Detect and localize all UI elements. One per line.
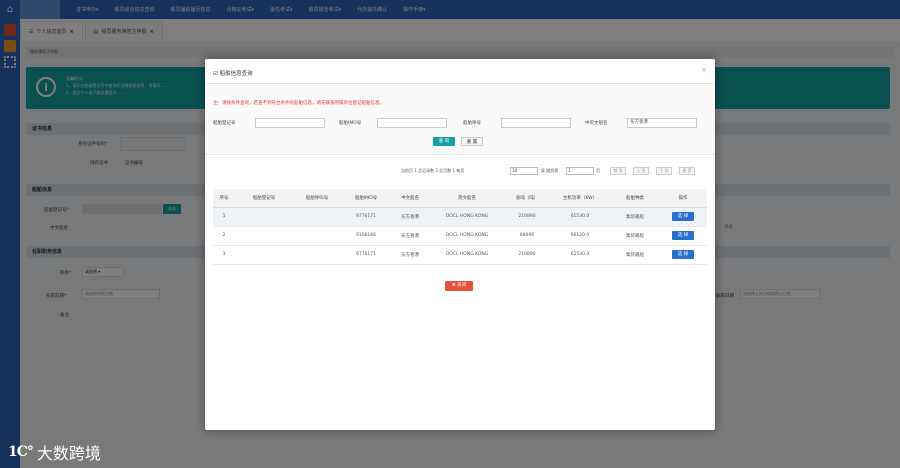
- first-page-button[interactable]: 首 页: [610, 167, 626, 175]
- watermark-logo: 1C°: [8, 444, 34, 460]
- cell-en-name: OOCL HONG KONG: [429, 226, 505, 246]
- cell-en-name: OOCL HONG KONG: [429, 207, 505, 227]
- cell-reg-no: [235, 245, 293, 265]
- cell-action: 选 择: [659, 245, 707, 265]
- col-engine-power: 主机功率（KW）: [549, 189, 611, 208]
- cell-ship-type: 集装箱船: [611, 226, 659, 246]
- close-icon[interactable]: ×: [701, 66, 707, 74]
- cell-gross-tonnage: 210890: [505, 207, 549, 227]
- cell-cn-name: 东方香港: [391, 207, 429, 227]
- select-button[interactable]: 选 择: [672, 231, 694, 240]
- modal-title: ☑ 船舶信息查询: [213, 71, 253, 77]
- pager-unit: 条 跳到第: [541, 168, 559, 173]
- cell-index: 3: [213, 245, 235, 265]
- table-row[interactable]: 3 9776171 东方香港 OOCL HONG KONG 210890 615…: [213, 245, 707, 265]
- col-reg-no: 船舶登记号: [235, 189, 293, 208]
- cell-action: 选 择: [659, 207, 707, 227]
- col-gross-tonnage: 总吨（吨）: [505, 189, 549, 208]
- cell-en-name: OOCL HONG KONG: [429, 245, 505, 265]
- cell-engine-power: 61530.0: [549, 207, 611, 227]
- query-note: 注：请按条件查询，若查不到符合条件的船舶信息，请先联系所属单位登记船舶信息。: [213, 101, 384, 106]
- cell-reg-no: [235, 226, 293, 246]
- page-jump-select[interactable]: 1: [566, 167, 594, 175]
- cell-index: 2: [213, 226, 235, 246]
- cell-cn-name: 东方香港: [391, 245, 429, 265]
- last-page-button[interactable]: 尾 页: [679, 167, 695, 175]
- imo-label: 船舶IMO号: [339, 121, 362, 126]
- cell-imo: 9108166: [341, 226, 391, 246]
- ship-results-table: 序号 船舶登记号 船舶呼叫号 船舶IMO号 中文船名 英文船名 总吨（吨） 主机…: [213, 189, 707, 265]
- cell-call-sign: [293, 207, 341, 227]
- table-header-row: 序号 船舶登记号 船舶呼叫号 船舶IMO号 中文船名 英文船名 总吨（吨） 主机…: [213, 189, 707, 208]
- cell-ship-type: 集装箱船: [611, 245, 659, 265]
- col-ship-type: 船舶种类: [611, 189, 659, 208]
- col-imo: 船舶IMO号: [341, 189, 391, 208]
- cell-action: 选 择: [659, 226, 707, 246]
- cell-gross-tonnage: 66046: [505, 226, 549, 246]
- cell-reg-no: [235, 207, 293, 227]
- imo-input[interactable]: [377, 118, 447, 128]
- pager-page-unit: 页: [596, 168, 600, 173]
- call-sign-label: 船舶呼号: [463, 121, 481, 126]
- ship-name-input[interactable]: 东方香港: [627, 118, 697, 128]
- watermark: 1C° 大数跨境: [8, 440, 101, 464]
- cell-index: 1: [213, 207, 235, 227]
- modal-close-button[interactable]: ✖ 关闭: [445, 281, 473, 291]
- select-button[interactable]: 选 择: [672, 212, 694, 221]
- ship-query-modal: ☑ 船舶信息查询 × 注：请按条件查询，若查不到符合条件的船舶信息，请先联系所属…: [205, 59, 715, 430]
- cell-call-sign: [293, 245, 341, 265]
- cell-imo: 9776171: [341, 207, 391, 227]
- prev-page-button[interactable]: 上 页: [633, 167, 649, 175]
- cell-engine-power: 61530.0: [549, 245, 611, 265]
- cell-ship-type: 集装箱船: [611, 207, 659, 227]
- table-row[interactable]: 2 9108166 东方香港 OOCL HONG KONG 66046 6612…: [213, 226, 707, 246]
- reg-no-label: 船舶登记号: [213, 121, 236, 126]
- reset-button[interactable]: 重 置: [461, 137, 483, 146]
- query-button[interactable]: 查 询: [433, 137, 455, 146]
- cell-call-sign: [293, 226, 341, 246]
- col-en-name: 英文船名: [429, 189, 505, 208]
- call-sign-input[interactable]: [501, 118, 571, 128]
- col-action: 操作: [659, 189, 707, 208]
- page-size-select[interactable]: 10: [510, 167, 538, 175]
- col-cn-name: 中文船名: [391, 189, 429, 208]
- cell-engine-power: 66120.0: [549, 226, 611, 246]
- next-page-button[interactable]: 下 页: [656, 167, 672, 175]
- cell-cn-name: 东方香港: [391, 226, 429, 246]
- modal-divider: [205, 83, 715, 84]
- pager-summary: 当前页 1 总记录数 3 总页数 1 每页: [401, 168, 465, 173]
- col-call-sign: 船舶呼叫号: [293, 189, 341, 208]
- watermark-text: 大数跨境: [36, 444, 101, 463]
- select-button[interactable]: 选 择: [672, 250, 694, 259]
- ship-name-label: 中英文船名: [585, 121, 608, 126]
- cell-gross-tonnage: 210890: [505, 245, 549, 265]
- reg-no-input[interactable]: [255, 118, 325, 128]
- table-row[interactable]: 1 9776171 东方香港 OOCL HONG KONG 210890 615…: [213, 207, 707, 227]
- pagination-bar: 当前页 1 总记录数 3 总页数 1 每页 10 条 跳到第 1 页 首 页 上…: [375, 166, 715, 176]
- cell-imo: 9776171: [341, 245, 391, 265]
- col-index: 序号: [213, 189, 235, 208]
